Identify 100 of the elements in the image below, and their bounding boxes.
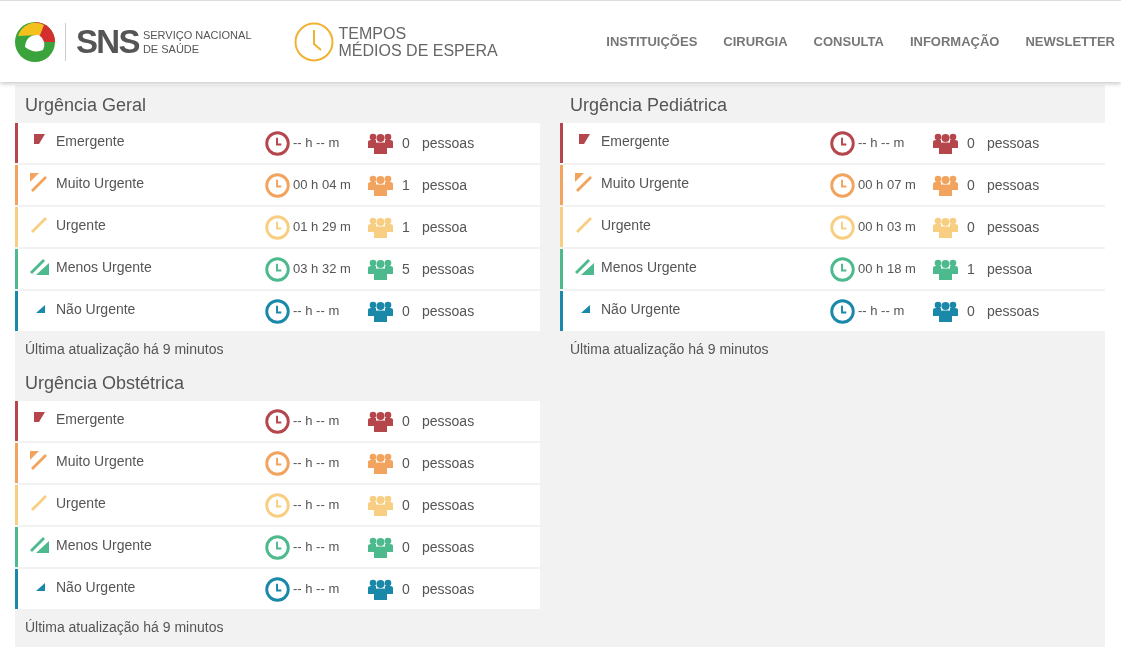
people-icon [368,536,393,558]
patient-count: 0 [967,301,976,321]
people-icon [368,300,393,322]
logo-subtitle: DE SAÚDE [142,41,201,56]
patient-count: 5 [402,259,411,279]
priority-icon [576,216,593,233]
priority-icon [36,305,45,313]
patient-unit: pessoas [422,495,475,515]
clock-icon [293,21,334,62]
priority-icon [581,305,590,313]
nav-link[interactable]: CIRURGIA [723,31,788,52]
patient-count: 0 [967,217,976,237]
priority-name: Emergente [56,131,126,151]
patient-unit: pessoas [987,217,1040,237]
wait-time: -- h -- m [293,412,341,431]
wait-time: 03 h 32 m [293,260,352,279]
wait-time: -- h -- m [293,454,341,473]
wait-time: -- h -- m [858,302,906,321]
clock-icon [265,492,290,518]
nav-link[interactable]: NEWSLETTER [1025,31,1115,52]
priority-name: Menos Urgente [56,257,153,277]
clock-icon [830,256,855,282]
priority-icon [36,583,45,591]
priority-icon [30,172,49,192]
patient-count: 0 [967,133,976,153]
priority-icon [30,450,49,470]
section-title: Urgência Obstétrica [24,372,186,395]
people-icon [368,258,393,280]
priority-icon [31,216,48,233]
patient-count: 0 [402,301,411,321]
patient-count: 0 [402,411,411,431]
priority-icon [31,494,48,511]
priority-name: Urgente [56,215,107,235]
priority-name: Não Urgente [56,299,137,319]
patient-unit: pessoas [422,579,475,599]
priority-name: Muito Urgente [601,173,690,193]
priority-icon [575,258,594,275]
patient-count: 0 [402,453,411,473]
priority-name: Urgente [56,493,107,513]
people-icon [933,132,958,154]
wait-time: 00 h 18 m [858,260,917,279]
wait-time: -- h -- m [293,302,341,321]
priority-name: Não Urgente [601,299,682,319]
patient-unit: pessoas [422,537,475,557]
people-icon [368,132,393,154]
patient-unit: pessoa [422,217,468,237]
priority-name: Muito Urgente [56,173,145,193]
people-icon [368,578,393,600]
patient-count: 0 [402,495,411,515]
people-icon [933,300,958,322]
clock-icon [265,298,290,324]
wait-time: -- h -- m [293,134,341,153]
priority-name: Emergente [601,131,671,151]
wait-time: 00 h 07 m [858,176,917,195]
priority-icon [30,536,49,553]
clock-icon [830,172,855,198]
clock-icon [265,214,290,240]
clock-icon [265,256,290,282]
last-updated: Última atualização há 9 minutos [24,618,225,637]
patient-count: 0 [402,579,411,599]
priority-icon [579,134,590,144]
clock-icon [265,534,290,560]
nav-link[interactable]: INFORMAÇÃO [909,31,1000,52]
people-icon [933,258,958,280]
patient-count: 0 [967,175,976,195]
priority-name: Emergente [56,409,126,429]
patient-unit: pessoas [422,301,475,321]
patient-unit: pessoas [987,301,1040,321]
priority-name: Menos Urgente [56,535,153,555]
people-icon [933,216,958,238]
people-icon [368,410,393,432]
patient-unit: pessoas [422,259,475,279]
patient-unit: pessoas [422,411,475,431]
app-title: MÉDIOS DE ESPERA [338,41,498,59]
patient-unit: pessoa [422,175,468,195]
priority-name: Muito Urgente [56,451,145,471]
wait-time: -- h -- m [293,496,341,515]
clock-icon [265,408,290,434]
wait-time: -- h -- m [858,134,906,153]
last-updated: Última atualização há 9 minutos [24,340,225,359]
nav-link[interactable]: INSTITUIÇÕES [606,31,698,52]
patient-count: 0 [402,133,411,153]
clock-icon [830,214,855,240]
wait-time: 00 h 04 m [293,176,352,195]
logo-icon [14,20,56,63]
section-title: Urgência Geral [24,94,148,117]
patient-unit: pessoa [987,259,1033,279]
clock-icon [265,450,290,476]
wait-time: -- h -- m [293,580,341,599]
priority-icon [34,134,45,144]
wait-time: 00 h 03 m [858,218,917,237]
priority-name: Urgente [601,215,652,235]
clock-icon [830,130,855,156]
patient-count: 0 [402,537,411,557]
priority-name: Não Urgente [56,577,137,597]
patient-unit: pessoas [987,175,1040,195]
patient-unit: pessoas [422,453,475,473]
nav-link[interactable]: CONSULTA [813,31,884,52]
priority-icon [575,172,594,192]
wait-time: -- h -- m [293,538,341,557]
